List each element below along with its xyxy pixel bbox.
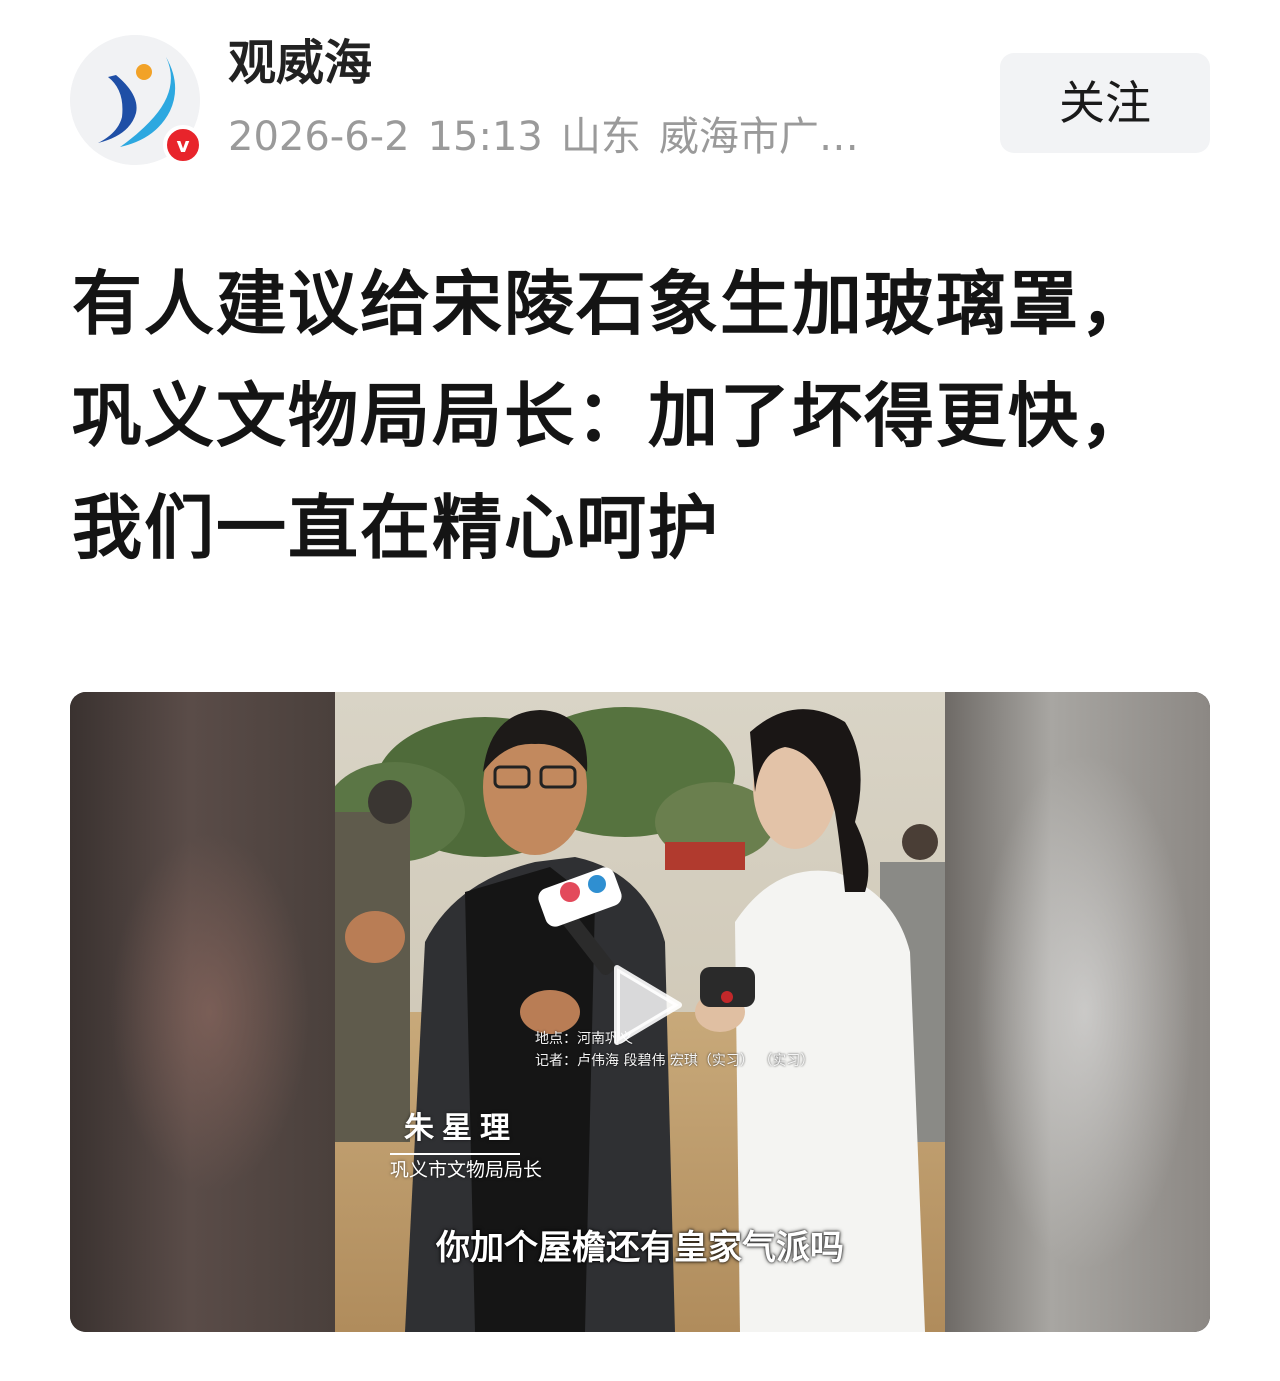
post-region: 山东 [560, 114, 641, 160]
video-blur-left [70, 692, 335, 1332]
post-meta: 2026-6-2 15:13 山东 威海市广… [228, 105, 968, 169]
video-player[interactable]: 地点：河南巩义 记者：卢伟海 段碧伟 宏琪（实习） （实习） 朱星理 巩义市文物… [70, 692, 1210, 1332]
name-tag-divider [390, 1153, 520, 1155]
interviewee-name: 朱星理 [404, 1111, 518, 1146]
article-headline: 有人建议给宋陵石象生加玻璃罩，巩义文物局局长：加了坏得更快，我们一直在精心呵护 [72, 263, 1152, 569]
video-name-tag: 朱星理 巩义市文物局局长 [390, 1107, 542, 1185]
author-avatar[interactable]: v [70, 35, 203, 165]
follow-button[interactable]: 关注 [1000, 53, 1210, 153]
video-reporters: 记者：卢伟海 段碧伟 宏琪（实习） （实习） [535, 1053, 815, 1069]
post-source: 威海市广… [658, 114, 859, 160]
interviewee-title: 巩义市文物局局长 [390, 1159, 543, 1181]
post-time: 15:13 [427, 114, 543, 160]
video-blur-right [945, 692, 1210, 1332]
play-icon[interactable] [597, 960, 687, 1050]
post-date: 2026-6-2 [228, 114, 410, 160]
verified-badge-icon: v [163, 125, 203, 165]
video-subtitle: 你加个屋檐还有皇家气派吗 [436, 1228, 844, 1268]
author-name[interactable]: 观威海 [228, 28, 372, 98]
